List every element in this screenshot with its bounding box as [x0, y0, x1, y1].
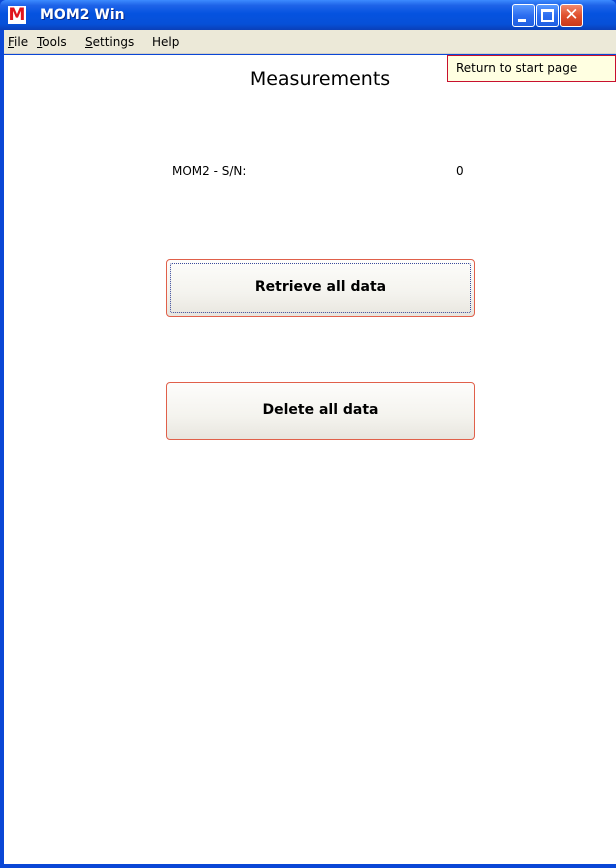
title-bar[interactable]: M MOM2 Win ✕ — [0, 0, 616, 30]
serial-number-label: MOM2 - S/N: — [172, 164, 247, 178]
window-bottom-border — [0, 864, 616, 868]
minimize-icon — [518, 19, 526, 22]
delete-all-data-label: Delete all data — [262, 402, 379, 418]
maximize-icon — [541, 9, 554, 22]
menu-help-label: Help — [152, 35, 180, 49]
delete-all-data-button[interactable]: Delete all data — [166, 382, 475, 440]
menu-tools-label: ools — [42, 35, 67, 49]
main-content — [4, 55, 616, 864]
app-logo-icon[interactable]: M — [8, 6, 26, 24]
serial-number-value: 0 — [456, 164, 464, 178]
menu-settings-mnemonic: S — [85, 35, 93, 49]
menu-bar: File Tools Settings Help — [4, 30, 616, 54]
retrieve-all-data-label: Retrieve all data — [254, 279, 387, 295]
app-window: M MOM2 Win ✕ File Tools Settings Help Me… — [0, 0, 616, 868]
tooltip-return-to-start: Return to start page — [447, 55, 616, 82]
minimize-button[interactable] — [512, 4, 535, 27]
menu-settings-label: ettings — [92, 35, 135, 49]
close-button[interactable]: ✕ — [560, 4, 583, 27]
maximize-button[interactable] — [536, 4, 559, 27]
menu-tools[interactable]: Tools — [37, 30, 67, 54]
menu-file[interactable]: File — [8, 30, 28, 54]
close-icon: ✕ — [564, 5, 579, 25]
menu-settings[interactable]: Settings — [85, 30, 134, 54]
retrieve-all-data-button[interactable]: Retrieve all data — [166, 259, 475, 317]
menu-help[interactable]: Help — [152, 30, 179, 54]
window-title: MOM2 Win — [40, 7, 125, 23]
menu-file-label: ile — [14, 35, 29, 49]
